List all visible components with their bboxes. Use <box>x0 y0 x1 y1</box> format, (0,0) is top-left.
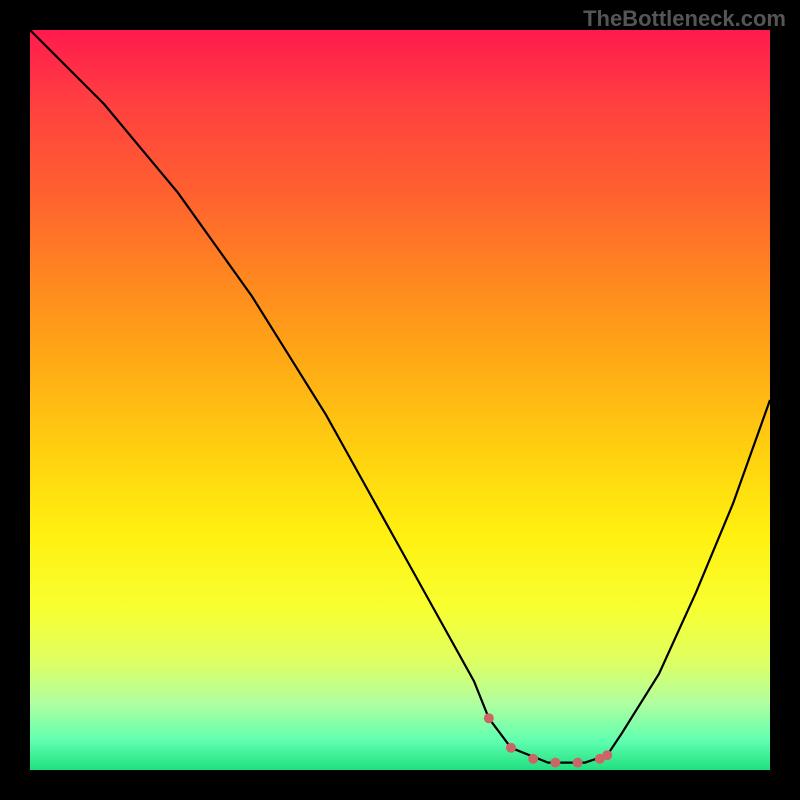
marker-dot <box>573 758 583 768</box>
marker-dot <box>602 750 612 760</box>
curve-svg <box>30 30 770 770</box>
marker-dot <box>506 743 516 753</box>
bottleneck-curve <box>30 30 770 763</box>
marker-dot <box>528 754 538 764</box>
marker-dot <box>484 713 494 723</box>
marker-dot <box>550 758 560 768</box>
watermark-text: TheBottleneck.com <box>583 6 786 32</box>
plot-area <box>30 30 770 770</box>
